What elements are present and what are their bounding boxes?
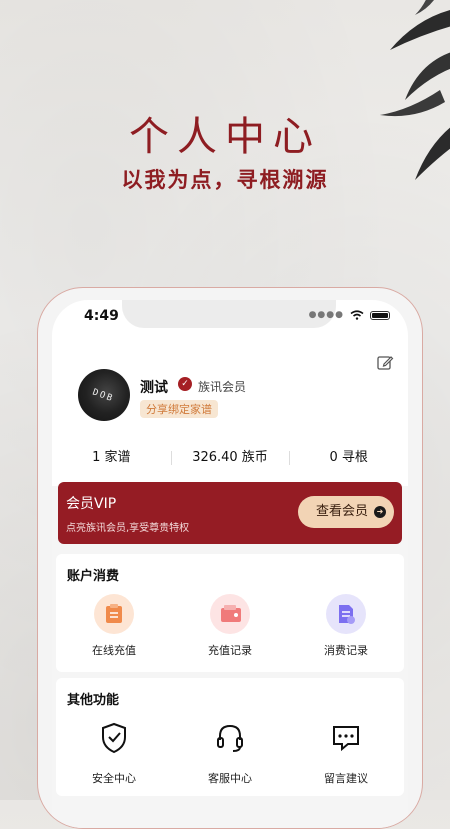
headset-icon <box>217 724 243 752</box>
username: 测试 <box>140 380 168 396</box>
consumption-record-item[interactable]: 消费记录 <box>288 594 404 658</box>
avatar-text: DOB <box>90 387 116 405</box>
stat-coins[interactable]: 326.40 族币 <box>170 440 290 476</box>
recharge-record-label: 充值记录 <box>208 644 252 657</box>
avatar[interactable]: DOB <box>78 369 130 421</box>
consumption-record-label: 消费记录 <box>324 644 368 657</box>
battery-icon <box>370 310 390 320</box>
security-center-label: 安全中心 <box>92 772 136 785</box>
wifi-icon <box>350 310 364 320</box>
chat-icon <box>333 726 359 752</box>
hero-title: 个人中心 <box>129 114 321 160</box>
shield-icon <box>102 722 126 754</box>
feedback-item[interactable]: 留言建议 <box>288 718 404 786</box>
vip-banner: 会员VIP 点亮族讯会员,享受尊贵特权 查看会员 ➜ <box>58 482 402 544</box>
status-bar: 4:49 ●●●● <box>52 300 408 346</box>
feedback-label: 留言建议 <box>324 772 368 785</box>
view-membership-label: 查看会员 <box>316 504 369 519</box>
status-time: 4:49 <box>84 308 119 324</box>
hero-subtitle: 以我为点，寻根溯源 <box>121 168 329 192</box>
online-recharge-item[interactable]: 在线充值 <box>56 594 172 658</box>
account-title: 账户消费 <box>67 569 120 584</box>
recharge-record-item[interactable]: 充值记录 <box>172 594 288 658</box>
phone-notch <box>122 300 336 328</box>
status-icons: ●●●● <box>309 310 390 320</box>
security-center-item[interactable]: 安全中心 <box>56 718 172 786</box>
app-screen: 4:49 ●●●● DOB 测试 ✓ 族讯会员 分享绑定家谱 1 家谱 326.… <box>52 300 408 828</box>
customer-service-item[interactable]: 客服中心 <box>172 718 288 786</box>
edit-icon[interactable] <box>376 354 394 372</box>
customer-service-label: 客服中心 <box>208 772 252 785</box>
profile-section: DOB 测试 ✓ 族讯会员 分享绑定家谱 1 家谱 326.40 族币 0 寻根 <box>52 346 408 486</box>
online-recharge-label: 在线充值 <box>92 644 136 657</box>
wallet-icon <box>210 594 250 634</box>
share-bind-tag[interactable]: 分享绑定家谱 <box>140 400 218 418</box>
stats-row: 1 家谱 326.40 族币 0 寻根 <box>52 440 408 476</box>
signal-icon: ●●●● <box>308 310 344 320</box>
vip-description: 点亮族讯会员,享受尊贵特权 <box>66 523 190 534</box>
vip-title: 会员VIP <box>66 496 117 512</box>
recharge-icon <box>94 594 134 634</box>
document-icon <box>326 594 366 634</box>
stat-root-search[interactable]: 0 寻根 <box>289 440 408 476</box>
phone-mockup: 4:49 ●●●● DOB 测试 ✓ 族讯会员 分享绑定家谱 1 家谱 326.… <box>37 287 423 829</box>
other-functions-card: 其他功能 安全中心 客服中心 留言建议 <box>56 678 404 796</box>
arrow-right-icon: ➜ <box>374 506 386 518</box>
account-card: 账户消费 在线充值 充值记录 消费记录 <box>56 554 404 672</box>
member-badge-icon: ✓ <box>178 377 192 391</box>
stat-genealogy[interactable]: 1 家谱 <box>52 440 171 476</box>
member-label: 族讯会员 <box>198 380 247 394</box>
other-functions-title: 其他功能 <box>67 693 120 708</box>
view-membership-button[interactable]: 查看会员 ➜ <box>298 496 394 528</box>
